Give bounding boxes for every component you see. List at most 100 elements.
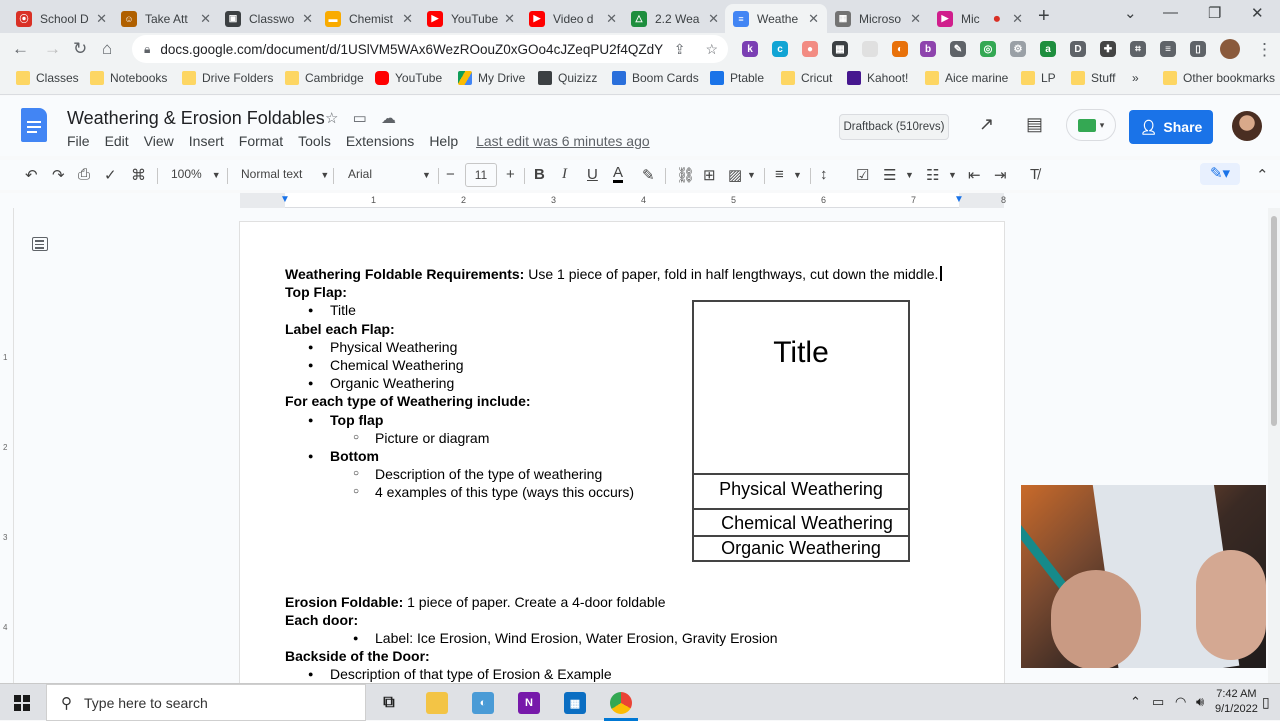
back-icon[interactable]: ← — [12, 39, 29, 59]
chrome-icon[interactable] — [610, 692, 632, 714]
increase-font-size-button[interactable]: + — [506, 166, 515, 183]
collapse-menus-icon[interactable]: ⌃ — [1256, 166, 1269, 184]
app-icon[interactable]: ◐ — [472, 692, 494, 714]
notifications-icon[interactable]: ▯ — [1262, 694, 1270, 711]
extension-icon[interactable]: c — [772, 41, 788, 57]
horizontal-ruler[interactable]: ▼ ▼ 1 2 3 4 5 6 7 8 — [240, 193, 1006, 208]
browser-tab[interactable]: ⦿ School D ✕ — [8, 4, 115, 33]
insert-image-icon[interactable]: ▨ — [728, 166, 742, 184]
kami-extension-icon[interactable]: k — [742, 41, 758, 57]
taskbar-search-box[interactable]: ⚲ Type here to search — [46, 684, 366, 721]
browser-tab[interactable]: ▬ Chemist ✕ — [317, 4, 421, 33]
google-docs-logo-icon[interactable] — [21, 108, 47, 142]
extension-icon[interactable]: ◎ — [980, 41, 996, 57]
bookmark-link[interactable]: Boom Cards — [612, 71, 699, 85]
extension-icon[interactable] — [862, 41, 878, 57]
comments-icon[interactable]: ▤ — [1026, 114, 1043, 135]
increase-indent-icon[interactable]: ⇥ — [994, 166, 1007, 184]
extension-icon[interactable]: b — [920, 41, 936, 57]
extension-icon[interactable]: D — [1070, 41, 1086, 57]
clear-formatting-icon[interactable]: T̸ — [1030, 166, 1039, 183]
new-tab-button[interactable]: + — [1038, 5, 1050, 28]
battery-icon[interactable]: ▭ — [1152, 694, 1164, 710]
browser-tab[interactable]: ▣ Classwo ✕ — [217, 4, 321, 33]
chevron-down-icon[interactable]: ▼ — [793, 170, 802, 180]
bookmark-link[interactable]: Kahoot! — [847, 71, 908, 85]
wifi-icon[interactable]: ◠ — [1175, 694, 1186, 710]
add-comment-icon[interactable]: ⊞ — [703, 166, 716, 184]
bookmark-folder[interactable]: Notebooks — [90, 71, 167, 85]
decrease-indent-icon[interactable]: ⇤ — [968, 166, 981, 184]
browser-tab[interactable]: ▶ YouTube ✕ — [419, 4, 523, 33]
star-icon[interactable]: ☆ — [325, 110, 338, 127]
tray-chevron-icon[interactable]: ⌃ — [1130, 694, 1141, 710]
browser-menu-icon[interactable]: ⋮ — [1256, 40, 1273, 60]
share-button[interactable]: 👤︎ Share — [1129, 110, 1213, 144]
minimize-button[interactable]: — — [1163, 4, 1178, 21]
meet-button[interactable]: ▾ — [1066, 109, 1116, 141]
tab-close-icon[interactable]: ✕ — [504, 11, 515, 27]
font-family-select[interactable]: Arial ▼ — [348, 167, 431, 181]
cloud-saved-icon[interactable]: ☁ — [381, 110, 396, 127]
chevron-down-icon[interactable]: ▼ — [905, 170, 914, 180]
menu-file[interactable]: File — [67, 133, 90, 149]
bookmark-folder[interactable]: Stuff — [1071, 71, 1115, 85]
menu-edit[interactable]: Edit — [105, 133, 129, 149]
menu-help[interactable]: Help — [429, 133, 458, 149]
browser-tab[interactable]: ▶ Video d ✕ — [521, 4, 625, 33]
restore-button[interactable]: ❐ — [1208, 4, 1221, 22]
file-explorer-icon[interactable] — [426, 692, 448, 714]
paint-format-icon[interactable]: ⌘ — [131, 166, 146, 184]
chevron-down-icon[interactable]: ▼ — [747, 170, 756, 180]
decrease-font-size-button[interactable]: − — [446, 166, 455, 183]
address-bar[interactable]: 🔒︎ docs.google.com/document/d/1USlVM5WAx… — [132, 35, 728, 63]
bookmarks-overflow-button[interactable]: » — [1132, 71, 1139, 85]
onenote-icon[interactable]: N — [518, 692, 540, 714]
share-page-icon[interactable]: ⇪ — [674, 41, 686, 58]
document-page[interactable]: Weathering Foldable Requirements: Use 1 … — [240, 222, 1004, 683]
menu-extensions[interactable]: Extensions — [346, 133, 414, 149]
move-folder-icon[interactable]: ▭ — [353, 110, 367, 127]
scrollbar-thumb[interactable] — [1271, 216, 1277, 426]
bookmark-folder[interactable]: Cambridge — [285, 71, 364, 85]
editing-mode-icon[interactable]: ✎▾ — [1200, 163, 1240, 185]
bulleted-list-icon[interactable]: ☰ — [883, 166, 896, 184]
menu-insert[interactable]: Insert — [189, 133, 224, 149]
bookmark-folder[interactable]: Classes — [16, 71, 79, 85]
home-icon[interactable]: ⌂ — [102, 39, 112, 59]
extension-icon[interactable]: ◐ — [892, 41, 908, 57]
tab-close-icon[interactable]: ✕ — [708, 11, 719, 27]
zoom-select[interactable]: 100% ▼ — [171, 167, 221, 181]
vertical-ruler[interactable]: 1 2 3 4 — [0, 208, 14, 683]
browser-tab[interactable]: ▶ Mic ⏺ ✕ — [929, 4, 1031, 33]
other-bookmarks-folder[interactable]: Other bookmarks — [1163, 71, 1275, 85]
close-window-button[interactable]: ✕ — [1251, 4, 1264, 22]
bold-button[interactable]: B — [534, 166, 545, 183]
forward-icon[interactable]: → — [44, 39, 61, 59]
spellcheck-icon[interactable]: ✓ — [104, 166, 117, 184]
tab-close-icon[interactable]: ✕ — [302, 11, 313, 27]
extension-icon[interactable]: ⚙ — [1010, 41, 1026, 57]
tab-close-icon[interactable]: ✕ — [1012, 11, 1023, 27]
extension-icon[interactable]: ● — [802, 41, 818, 57]
puzzle-extensions-icon[interactable]: ✚ — [1100, 41, 1116, 57]
reload-icon[interactable]: ↻ — [73, 39, 87, 59]
bookmark-link[interactable]: Quizizz — [538, 71, 597, 85]
font-size-input[interactable]: 11 — [465, 163, 497, 187]
account-avatar[interactable] — [1232, 111, 1262, 141]
draftback-button[interactable]: Draftback (510revs) — [839, 114, 949, 140]
tab-close-icon[interactable]: ✕ — [606, 11, 617, 27]
print-icon[interactable]: ⎙ — [78, 166, 90, 183]
menu-view[interactable]: View — [144, 133, 174, 149]
text-color-button[interactable]: A — [613, 165, 624, 183]
vertical-scrollbar[interactable] — [1268, 208, 1280, 683]
windows-start-icon[interactable] — [14, 695, 30, 711]
tab-close-icon[interactable]: ✕ — [200, 11, 211, 27]
menu-tools[interactable]: Tools — [298, 133, 331, 149]
foldable-diagram[interactable]: Title Physical Weathering Chemical Weath… — [692, 300, 910, 562]
chevron-down-icon[interactable]: ▼ — [948, 170, 957, 180]
numbered-list-icon[interactable]: ☷ — [926, 166, 939, 184]
volume-icon[interactable]: 🔊︎ — [1196, 694, 1204, 710]
extension-icon[interactable]: a — [1040, 41, 1056, 57]
bookmark-star-icon[interactable]: ☆ — [705, 41, 718, 58]
